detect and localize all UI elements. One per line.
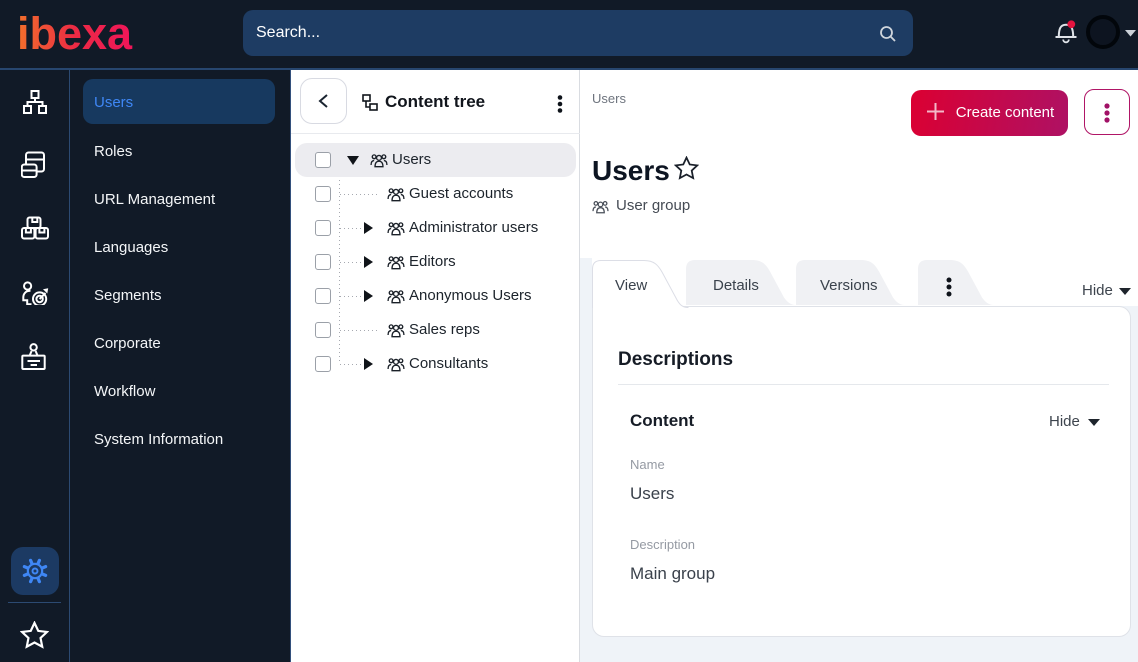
- svg-text:ibexa: ibexa: [17, 11, 133, 55]
